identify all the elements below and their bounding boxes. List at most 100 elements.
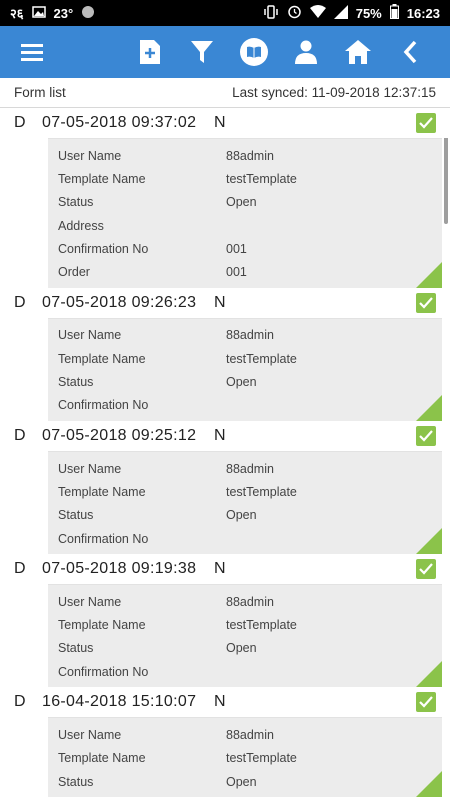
temperature-label: 23° bbox=[53, 5, 74, 21]
detail-row: Status Open bbox=[48, 770, 442, 793]
record-header[interactable]: D 07-05-2018 09:19:38 N bbox=[0, 554, 450, 585]
check-icon bbox=[419, 297, 433, 309]
record-header[interactable]: D 07-05-2018 09:25:12 N bbox=[0, 420, 450, 451]
back-icon bbox=[403, 40, 417, 64]
form-record[interactable]: D 16-04-2018 15:10:07 N User Name 88admin Tem… bbox=[0, 687, 450, 798]
menu-button[interactable] bbox=[14, 34, 50, 70]
app-bar bbox=[0, 26, 450, 78]
clock: 16:23 bbox=[406, 5, 440, 21]
signal-icon bbox=[333, 4, 348, 22]
form-record[interactable]: D 07-05-2018 09:37:02 N User Name 88admin Tem… bbox=[0, 108, 450, 288]
detail-row: Confirmation No bbox=[48, 660, 442, 683]
detail-value: 88admin bbox=[226, 594, 274, 609]
detail-value: 88admin bbox=[226, 727, 274, 742]
form-record[interactable]: D 07-05-2018 09:25:12 N User Name 88admin Tem… bbox=[0, 420, 450, 555]
circle-notification-icon bbox=[81, 5, 95, 22]
record-checkbox[interactable] bbox=[416, 425, 436, 446]
record-checkbox[interactable] bbox=[416, 559, 436, 580]
record-datetime: 16-04-2018 15:10:07 bbox=[42, 693, 197, 711]
record-header[interactable]: D 16-04-2018 15:10:07 N bbox=[0, 687, 450, 718]
record-checkbox[interactable] bbox=[416, 692, 436, 713]
detail-label: Confirmation No bbox=[58, 241, 149, 256]
detail-label: Template Name bbox=[58, 751, 146, 766]
form-record[interactable]: D 07-05-2018 09:19:38 N User Name 88admin Tem… bbox=[0, 554, 450, 688]
book-icon bbox=[240, 38, 268, 66]
last-synced-label: Last synced: 11-09-2018 12:37:15 bbox=[232, 85, 436, 100]
detail-row: Confirmation No 001 bbox=[48, 237, 442, 260]
back-button[interactable] bbox=[384, 26, 436, 78]
record-details[interactable]: User Name 88admin Template Name testTemplat… bbox=[48, 138, 442, 288]
detail-label: Status bbox=[58, 195, 94, 210]
record-datetime: 07-05-2018 09:26:23 bbox=[42, 293, 197, 311]
detail-row: Template Name testTemplate bbox=[48, 347, 442, 370]
detail-row: Status Open bbox=[48, 637, 442, 660]
record-header[interactable]: D 07-05-2018 09:37:02 N bbox=[0, 108, 450, 138]
check-icon bbox=[419, 563, 433, 575]
detail-label: Order bbox=[58, 265, 90, 280]
detail-row: Address bbox=[48, 214, 442, 237]
check-icon bbox=[419, 117, 433, 129]
record-type: D bbox=[14, 293, 26, 311]
detail-value: Open bbox=[226, 375, 257, 390]
battery-icon bbox=[389, 4, 399, 22]
detail-label: User Name bbox=[58, 461, 122, 476]
record-checkbox[interactable] bbox=[416, 113, 436, 133]
record-datetime: 07-05-2018 09:25:12 bbox=[42, 426, 197, 444]
filter-icon bbox=[191, 41, 213, 63]
status-corner-marker bbox=[416, 661, 442, 688]
record-type: D bbox=[14, 560, 26, 578]
person-icon bbox=[295, 40, 317, 64]
detail-row: Template Name testTemplate bbox=[48, 613, 442, 636]
status-corner-marker bbox=[416, 528, 442, 555]
detail-row: Status Open bbox=[48, 504, 442, 527]
detail-label: Template Name bbox=[58, 484, 146, 499]
record-flag: N bbox=[214, 693, 226, 711]
record-details[interactable]: User Name 88admin Template Name testTemplat… bbox=[48, 317, 442, 421]
detail-row: Order 001 bbox=[48, 260, 442, 283]
record-checkbox[interactable] bbox=[416, 292, 436, 313]
profile-button[interactable] bbox=[280, 26, 332, 78]
image-notification-icon bbox=[31, 5, 46, 21]
detail-row: User Name 88admin bbox=[48, 590, 442, 613]
check-icon bbox=[419, 430, 433, 442]
book-button[interactable] bbox=[228, 26, 280, 78]
detail-label: User Name bbox=[58, 328, 122, 343]
detail-row: Status Open bbox=[48, 370, 442, 393]
detail-value: testTemplate bbox=[226, 751, 297, 766]
home-button[interactable] bbox=[332, 26, 384, 78]
page-title: Form list bbox=[14, 85, 66, 100]
detail-value: Open bbox=[226, 508, 257, 523]
detail-label: Confirmation No bbox=[58, 664, 149, 679]
record-datetime: 07-05-2018 09:19:38 bbox=[42, 560, 197, 578]
detail-row: User Name 88admin bbox=[48, 324, 442, 347]
status-corner-marker bbox=[416, 261, 442, 288]
record-header[interactable]: D 07-05-2018 09:26:23 N bbox=[0, 287, 450, 318]
detail-row: Template Name testTemplate bbox=[48, 167, 442, 190]
record-type: D bbox=[14, 114, 26, 131]
status-corner-marker bbox=[416, 394, 442, 421]
record-type: D bbox=[14, 693, 26, 711]
menu-icon bbox=[21, 44, 43, 61]
detail-value: Open bbox=[226, 641, 257, 656]
detail-label: Status bbox=[58, 508, 94, 523]
detail-label: Confirmation No bbox=[58, 398, 149, 413]
detail-value: Open bbox=[226, 195, 257, 210]
record-details[interactable]: User Name 88admin Template Name testTemplat… bbox=[48, 584, 442, 688]
check-icon bbox=[419, 696, 433, 708]
form-list[interactable]: D 07-05-2018 09:37:02 N User Name 88admin Tem… bbox=[0, 108, 450, 800]
detail-value: testTemplate bbox=[226, 484, 297, 499]
record-datetime: 07-05-2018 09:37:02 bbox=[42, 114, 197, 131]
detail-row: User Name 88admin bbox=[48, 144, 442, 167]
alarm-icon bbox=[287, 4, 302, 22]
detail-row: User Name 88admin bbox=[48, 457, 442, 480]
filter-button[interactable] bbox=[176, 26, 228, 78]
form-record[interactable]: D 07-05-2018 09:26:23 N User Name 88admin Tem… bbox=[0, 287, 450, 421]
detail-value: 88admin bbox=[226, 461, 274, 476]
add-form-icon bbox=[140, 40, 160, 64]
record-details[interactable]: User Name 88admin Template Name testTemplat… bbox=[48, 450, 442, 555]
detail-row: Confirmation No bbox=[48, 527, 442, 550]
record-flag: N bbox=[214, 293, 226, 311]
record-details[interactable]: User Name 88admin Template Name testTemplat… bbox=[48, 717, 442, 798]
add-form-button[interactable] bbox=[124, 26, 176, 78]
detail-row: Status Open bbox=[48, 191, 442, 214]
